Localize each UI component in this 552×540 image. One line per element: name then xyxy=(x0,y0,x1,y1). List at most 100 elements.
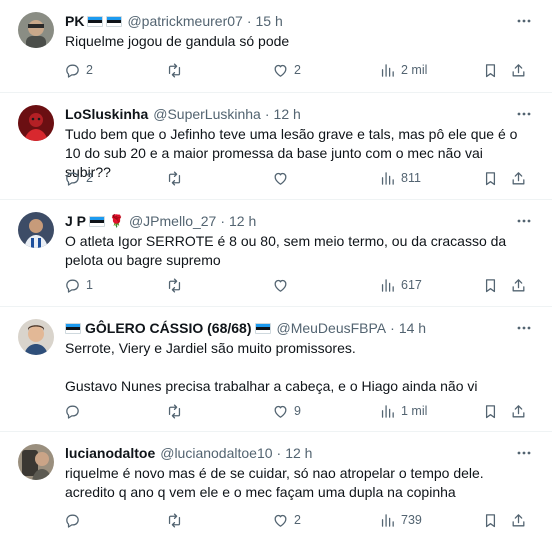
bookmark-button[interactable] xyxy=(482,401,499,421)
tweet-text: Serrote, Viery e Jardiel são muito promi… xyxy=(65,340,478,394)
reply-button[interactable] xyxy=(64,401,86,421)
timestamp[interactable]: 15 h xyxy=(256,13,283,29)
retweet-button[interactable] xyxy=(166,275,188,295)
analytics-bars-icon xyxy=(381,63,394,77)
bookmark-button[interactable] xyxy=(482,510,499,530)
reply-button[interactable]: 2 xyxy=(64,60,93,80)
bookmark-button[interactable] xyxy=(482,60,499,80)
bookmark-button[interactable] xyxy=(482,168,499,188)
views-button[interactable]: 739 xyxy=(379,510,422,530)
more-dots-icon[interactable] xyxy=(516,13,532,29)
tweet-item[interactable]: J P 🌹 @JPmello_27 · 12 h O atleta Igor S… xyxy=(0,200,552,307)
view-count: 617 xyxy=(401,278,422,292)
action-bar: 2 739 xyxy=(64,510,534,530)
heart-icon xyxy=(274,64,287,77)
avatar[interactable] xyxy=(18,319,54,355)
view-count: 1 mil xyxy=(401,404,428,418)
analytics-bars-icon xyxy=(381,404,394,418)
more-dots-icon[interactable] xyxy=(516,320,532,336)
bookmark-icon xyxy=(485,404,496,418)
separator-dot: · xyxy=(390,320,395,336)
views-button[interactable]: 2 mil xyxy=(379,60,427,80)
tweet-text: riquelme é novo mas é de se cuidar, só n… xyxy=(65,465,484,500)
timestamp[interactable]: 12 h xyxy=(285,445,312,461)
user-handle[interactable]: @JPmello_27 xyxy=(129,213,216,229)
retweet-button[interactable] xyxy=(166,60,188,80)
tweet-item[interactable]: PK @patrickmeurer07 · 15 h Riquelme jogo… xyxy=(0,0,552,93)
avatar[interactable] xyxy=(18,12,54,48)
display-name[interactable]: lucianodaltoe xyxy=(65,445,155,461)
avatar[interactable] xyxy=(18,212,54,248)
like-button[interactable]: 2 xyxy=(272,510,301,530)
view-count: 739 xyxy=(401,513,422,527)
views-button[interactable]: 1 mil xyxy=(379,401,427,421)
timestamp[interactable]: 14 h xyxy=(399,320,426,336)
display-name[interactable]: GÔLERO CÁSSIO (68/68) xyxy=(85,320,251,336)
like-count: 2 xyxy=(294,63,301,77)
timestamp[interactable]: 12 h xyxy=(229,213,256,229)
analytics-bars-icon xyxy=(381,171,394,185)
display-name[interactable]: LoSluskinha xyxy=(65,106,148,122)
share-button[interactable] xyxy=(510,168,527,188)
user-handle[interactable]: @SuperLuskinha xyxy=(153,106,261,122)
avatar[interactable] xyxy=(18,105,54,141)
retweet-button[interactable] xyxy=(166,401,188,421)
bookmark-icon xyxy=(485,171,496,185)
rose-emoji-icon: 🌹 xyxy=(109,214,124,228)
share-button[interactable] xyxy=(510,275,527,295)
tweet-header: LoSluskinha @SuperLuskinha · 12 h xyxy=(65,104,512,124)
share-button[interactable] xyxy=(510,510,527,530)
heart-icon xyxy=(274,172,287,185)
heart-icon xyxy=(274,279,287,292)
tweet-header: J P 🌹 @JPmello_27 · 12 h xyxy=(65,211,512,231)
views-button[interactable]: 811 xyxy=(379,168,421,188)
share-upload-icon xyxy=(512,63,525,76)
bookmark-button[interactable] xyxy=(482,275,499,295)
flag-emoji-icon xyxy=(255,322,272,334)
user-handle[interactable]: @patrickmeurer07 xyxy=(127,13,242,29)
views-button[interactable]: 617 xyxy=(379,275,422,295)
more-dots-icon[interactable] xyxy=(516,106,532,122)
tweet-text: O atleta Igor SERROTE é 8 ou 80, sem mei… xyxy=(65,233,511,268)
reply-button[interactable]: 2 xyxy=(64,168,93,188)
flag-emoji-icon xyxy=(89,215,106,227)
view-count: 811 xyxy=(401,171,421,185)
like-button[interactable] xyxy=(272,168,294,188)
analytics-bars-icon xyxy=(381,278,394,292)
display-name[interactable]: PK xyxy=(65,13,84,29)
like-count: 2 xyxy=(294,513,301,527)
reply-bubble-icon xyxy=(66,64,79,78)
share-button[interactable] xyxy=(510,60,527,80)
more-dots-icon[interactable] xyxy=(516,445,532,461)
retweet-arrows-icon xyxy=(168,170,181,186)
display-name[interactable]: J P xyxy=(65,213,86,229)
retweet-button[interactable] xyxy=(166,510,188,530)
reply-feed: PK @patrickmeurer07 · 15 h Riquelme jogo… xyxy=(0,0,552,540)
retweet-button[interactable] xyxy=(166,168,188,188)
reply-button[interactable] xyxy=(64,510,86,530)
tweet-item[interactable]: lucianodaltoe @lucianodaltoe10 · 12 h ri… xyxy=(0,432,552,540)
like-button[interactable]: 2 xyxy=(272,60,301,80)
retweet-arrows-icon xyxy=(168,277,181,293)
action-bar: 2 2 2 mil xyxy=(64,60,534,80)
separator-dot: · xyxy=(264,106,270,122)
timestamp[interactable]: 12 h xyxy=(274,106,301,122)
tweet-header: GÔLERO CÁSSIO (68/68) @MeuDeusFBPA · 14 … xyxy=(65,318,512,338)
reply-button[interactable]: 1 xyxy=(64,275,93,295)
view-count: 2 mil xyxy=(401,63,428,77)
heart-icon xyxy=(274,405,287,418)
bookmark-icon xyxy=(485,513,496,527)
like-button[interactable]: 9 xyxy=(272,401,301,421)
share-button[interactable] xyxy=(510,401,527,421)
like-button[interactable] xyxy=(272,275,294,295)
tweet-item[interactable]: GÔLERO CÁSSIO (68/68) @MeuDeusFBPA · 14 … xyxy=(0,307,552,432)
share-upload-icon xyxy=(512,404,525,417)
separator-dot: · xyxy=(276,445,282,461)
avatar[interactable] xyxy=(18,444,54,480)
user-handle[interactable]: @MeuDeusFBPA xyxy=(276,320,386,336)
user-handle[interactable]: @lucianodaltoe10 xyxy=(160,445,272,461)
reply-count: 2 xyxy=(86,171,93,185)
flag-emoji-icon xyxy=(87,15,104,27)
more-dots-icon[interactable] xyxy=(516,213,532,229)
tweet-item[interactable]: LoSluskinha @SuperLuskinha · 12 h Tudo b… xyxy=(0,93,552,200)
